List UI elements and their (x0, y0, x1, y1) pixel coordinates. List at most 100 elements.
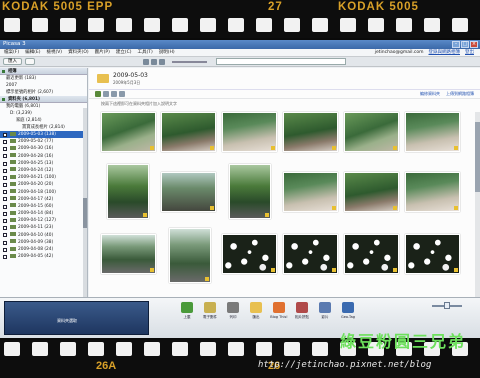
folder-checkbox[interactable] (3, 204, 7, 209)
photo-thumbnail[interactable] (229, 164, 271, 219)
photo-thumbnail[interactable] (283, 234, 338, 274)
folder-item[interactable]: 2009-04-28 (16) (0, 153, 87, 160)
web-albums-link[interactable]: 登錄與網路相簿 (429, 49, 461, 56)
menu-help[interactable]: 說明(H) (159, 49, 175, 56)
tray-action-button[interactable]: 相片拼貼 (293, 302, 311, 320)
folder-item[interactable]: 2009-04-11 (23) (0, 224, 87, 231)
zoom-slider[interactable] (424, 302, 474, 309)
folder-checkbox[interactable] (3, 219, 7, 224)
folder-checkbox[interactable] (3, 154, 7, 159)
folder-checkbox[interactable] (3, 226, 7, 231)
photo-thumbnail[interactable] (222, 234, 277, 274)
filter-star-icon[interactable] (143, 58, 149, 65)
tree-my-computer[interactable]: 我的電腦 (6,801) (0, 103, 87, 110)
sidebar-item-starred[interactable]: 標示星號的相片 (2,607) (0, 89, 87, 96)
tray-action-button[interactable]: 列印 (224, 302, 242, 320)
folder-item[interactable]: 2009-04-20 (20) (0, 181, 87, 188)
photo-thumbnail[interactable] (283, 172, 338, 212)
photo-thumbnail[interactable] (405, 112, 460, 152)
close-button[interactable]: × (470, 41, 478, 48)
play-slideshow-icon[interactable] (95, 91, 101, 97)
import-button[interactable]: 匯入 (3, 58, 22, 65)
menu-folder[interactable]: 資料夾(O) (68, 49, 89, 56)
tray-action-button[interactable]: 匯出 (247, 302, 265, 320)
album-caption[interactable]: 按兩下這裡即可在資料夾相片加入說明文字 (89, 99, 480, 107)
folder-checkbox[interactable] (3, 233, 7, 238)
print-icon[interactable] (119, 91, 125, 97)
folder-checkbox[interactable] (3, 190, 7, 195)
photo-thumbnail[interactable] (222, 112, 277, 152)
photo-thumbnail[interactable] (101, 234, 156, 274)
folder-checkbox[interactable] (3, 168, 7, 173)
folder-item[interactable]: 2009-04-14 (84) (0, 210, 87, 217)
filter-face-icon[interactable] (159, 58, 165, 65)
photo-thumbnail[interactable] (101, 112, 156, 152)
folders-section-header[interactable]: 資料夾 (6,801) (0, 96, 87, 103)
albums-section-header[interactable]: 相簿 (0, 68, 87, 75)
folder-item[interactable]: 2009-05-02 (77) (0, 138, 87, 145)
tree-baby-photos[interactable]: 寶寶成長相片 (2,814) (0, 124, 87, 131)
photo-thumbnail[interactable] (283, 112, 338, 152)
menu-create[interactable]: 建立(C) (116, 49, 132, 56)
folder-item[interactable]: 2009-04-12 (127) (0, 217, 87, 224)
sidebar-item-recent[interactable]: 最近更新 (183) (0, 75, 87, 82)
folder-checkbox[interactable] (3, 247, 7, 252)
folder-item[interactable]: 2009-04-09 (38) (0, 239, 87, 246)
menu-view[interactable]: 檢視(V) (46, 49, 62, 56)
tray-action-button[interactable]: 上載 (178, 302, 196, 320)
photo-thumbnail[interactable] (344, 172, 399, 212)
menu-edit[interactable]: 編輯(E) (25, 49, 40, 56)
view-toggle-button[interactable] (25, 58, 35, 65)
photo-thumbnail[interactable] (344, 234, 399, 274)
sidebar-scrollbar[interactable] (83, 108, 87, 308)
photo-thumbnail[interactable] (161, 172, 216, 212)
folder-item[interactable]: 2009-04-30 (16) (0, 145, 87, 152)
tray-action-button[interactable]: 影片 (316, 302, 334, 320)
folder-item[interactable]: 2009-05-03 (138) (0, 131, 87, 139)
filter-slider[interactable] (172, 60, 207, 63)
photo-thumbnail[interactable] (107, 164, 149, 219)
filter-video-icon[interactable] (151, 58, 157, 65)
upload-icon[interactable] (103, 91, 109, 97)
photo-thumbnail[interactable] (405, 172, 460, 212)
tray-action-button[interactable]: Geo-Tag (339, 302, 357, 320)
folder-item[interactable]: 2009-04-21 (100) (0, 174, 87, 181)
menu-file[interactable]: 檔案(F) (4, 49, 19, 56)
folder-checkbox[interactable] (3, 254, 7, 259)
folder-item[interactable]: 2009-04-10 (40) (0, 232, 87, 239)
folder-item[interactable]: 2009-04-15 (60) (0, 203, 87, 210)
folder-item[interactable]: 2009-04-18 (100) (0, 189, 87, 196)
tree-family[interactable]: 家庭 (2,814) (0, 117, 87, 124)
folder-checkbox[interactable] (3, 139, 7, 144)
menu-picture[interactable]: 圖片(P) (95, 49, 110, 56)
selection-tray[interactable]: 資料夾選取 (4, 301, 149, 335)
tree-drive-d[interactable]: D: (3,239) (0, 110, 87, 117)
folder-item[interactable]: 2009-04-17 (42) (0, 196, 87, 203)
photo-thumbnail[interactable] (344, 112, 399, 152)
upload-album-link[interactable]: 上傳到網路相簿 (446, 91, 474, 97)
folder-checkbox[interactable] (3, 175, 7, 180)
folder-checkbox[interactable] (3, 183, 7, 188)
tray-action-button[interactable]: 電子郵件 (201, 302, 219, 320)
folder-checkbox[interactable] (3, 147, 7, 152)
share-icon[interactable] (111, 91, 117, 97)
folder-checkbox[interactable] (3, 161, 7, 166)
folder-item[interactable]: 2009-04-05 (42) (0, 253, 87, 260)
maximize-button[interactable]: □ (461, 41, 469, 48)
minimize-button[interactable]: – (452, 41, 460, 48)
tray-action-button[interactable]: Blog This! (270, 302, 288, 320)
folder-item[interactable]: 2009-04-24 (12) (0, 167, 87, 174)
folder-checkbox[interactable] (3, 240, 7, 245)
sign-out-link[interactable]: 登出 (465, 49, 474, 56)
photo-thumbnail[interactable] (161, 112, 216, 152)
photo-thumbnail[interactable] (169, 228, 211, 283)
folder-checkbox[interactable] (3, 132, 7, 137)
search-input[interactable] (216, 58, 346, 65)
photo-thumbnail[interactable] (405, 234, 460, 274)
edit-folder-link[interactable]: 編修資料夾 (420, 91, 440, 97)
menu-tools[interactable]: 工具(T) (138, 49, 153, 56)
folder-checkbox[interactable] (3, 211, 7, 216)
folder-item[interactable]: 2009-04-25 (13) (0, 160, 87, 167)
folder-item[interactable]: 2009-04-08 (24) (0, 246, 87, 253)
main-scrollbar[interactable] (475, 112, 480, 312)
